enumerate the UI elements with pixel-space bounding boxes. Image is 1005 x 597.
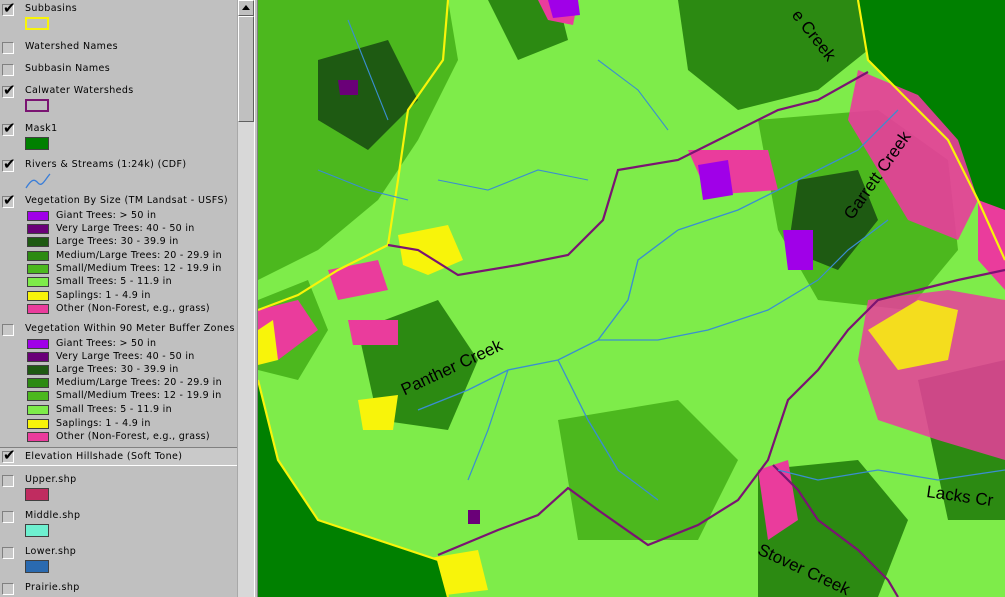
- mask1-symbol: [25, 137, 49, 150]
- medium-large-trees-label: Medium/Large Trees: 20 - 29.9 in: [56, 250, 222, 261]
- buffer-medium-large-trees-label: Medium/Large Trees: 20 - 29.9 in: [56, 377, 222, 388]
- calwater-layer-title: Calwater Watersheds: [25, 85, 134, 96]
- giant-trees-label: Giant Trees: > 50 in: [56, 210, 157, 221]
- scroll-thumb[interactable]: [238, 16, 254, 122]
- upper-symbol: [25, 488, 49, 501]
- middle-checkbox[interactable]: [2, 511, 14, 523]
- map-view[interactable]: e Creek Garrett Creek Panther Creek Lack…: [258, 0, 1005, 597]
- subbasins-symbol: [25, 17, 49, 30]
- veg-by-size-checkbox[interactable]: [2, 191, 16, 209]
- mask1-layer-title: Mask1: [25, 123, 58, 134]
- legend-scrollbar[interactable]: [237, 0, 254, 597]
- buffer-other-swatch: [27, 432, 49, 442]
- subbasin-names-layer-title: Subbasin Names: [25, 63, 111, 74]
- calwater-symbol: [25, 99, 49, 112]
- buffer-large-trees-label: Large Trees: 30 - 39.9 in: [56, 364, 179, 375]
- small-medium-trees-swatch: [27, 264, 49, 274]
- very-large-trees-label: Very Large Trees: 40 - 50 in: [56, 223, 195, 234]
- buffer-medium-large-trees-swatch: [27, 378, 49, 388]
- prairie-checkbox[interactable]: [2, 583, 14, 595]
- small-trees-swatch: [27, 277, 49, 287]
- buffer-small-trees-swatch: [27, 405, 49, 415]
- medium-large-trees-swatch: [27, 251, 49, 261]
- buffer-small-medium-trees-swatch: [27, 391, 49, 401]
- veg-buffer-checkbox[interactable]: [2, 324, 14, 336]
- lower-symbol: [25, 560, 49, 573]
- buffer-small-trees-label: Small Trees: 5 - 11.9 in: [56, 404, 172, 415]
- rivers-layer-title: Rivers & Streams (1:24k) (CDF): [25, 159, 187, 170]
- prairie-layer-title: Prairie.shp: [25, 582, 80, 593]
- small-medium-trees-label: Small/Medium Trees: 12 - 19.9 in: [56, 263, 222, 274]
- small-trees-label: Small Trees: 5 - 11.9 in: [56, 276, 172, 287]
- middle-layer-title: Middle.shp: [25, 510, 81, 521]
- hillshade-layer-title: Elevation Hillshade (Soft Tone): [25, 451, 183, 462]
- buffer-very-large-trees-label: Very Large Trees: 40 - 50 in: [56, 351, 195, 362]
- middle-symbol: [25, 524, 49, 537]
- lower-layer-title: Lower.shp: [25, 546, 77, 557]
- legend-panel: Subbasins Watershed Names Subbasin Names…: [0, 0, 237, 597]
- buffer-other-label: Other (Non-Forest, e.g., grass): [56, 431, 210, 442]
- hillshade-checkbox[interactable]: [2, 446, 16, 464]
- buffer-small-medium-trees-label: Small/Medium Trees: 12 - 19.9 in: [56, 390, 222, 401]
- veg-by-size-layer-title: Vegetation By Size (TM Landsat - USFS): [25, 195, 228, 206]
- scroll-up-arrow-icon[interactable]: [238, 0, 254, 16]
- large-trees-label: Large Trees: 30 - 39.9 in: [56, 236, 179, 247]
- buffer-saplings-label: Saplings: 1 - 4.9 in: [56, 418, 151, 429]
- rivers-checkbox[interactable]: [2, 155, 16, 173]
- watershed-names-checkbox[interactable]: [2, 42, 14, 54]
- mask1-checkbox[interactable]: [2, 119, 16, 137]
- giant-trees-swatch: [27, 211, 49, 221]
- saplings-swatch: [27, 291, 49, 301]
- upper-checkbox[interactable]: [2, 475, 14, 487]
- subbasins-layer-title: Subbasins: [25, 3, 78, 14]
- other-swatch: [27, 304, 49, 314]
- buffer-very-large-trees-swatch: [27, 352, 49, 362]
- upper-layer-title: Upper.shp: [25, 474, 77, 485]
- saplings-label: Saplings: 1 - 4.9 in: [56, 290, 151, 301]
- buffer-giant-trees-label: Giant Trees: > 50 in: [56, 338, 157, 349]
- other-label: Other (Non-Forest, e.g., grass): [56, 303, 210, 314]
- watershed-names-layer-title: Watershed Names: [25, 41, 118, 52]
- vegetation-map: [258, 0, 1005, 597]
- subbasin-names-checkbox[interactable]: [2, 64, 14, 76]
- stream-line-icon: [25, 173, 51, 189]
- calwater-checkbox[interactable]: [2, 81, 16, 99]
- large-trees-swatch: [27, 237, 49, 247]
- buffer-giant-trees-swatch: [27, 339, 49, 349]
- lower-checkbox[interactable]: [2, 547, 14, 559]
- very-large-trees-swatch: [27, 224, 49, 234]
- buffer-large-trees-swatch: [27, 365, 49, 375]
- veg-buffer-layer-title: Vegetation Within 90 Meter Buffer Zones: [25, 323, 235, 334]
- buffer-saplings-swatch: [27, 419, 49, 429]
- subbasins-checkbox[interactable]: [2, 0, 16, 17]
